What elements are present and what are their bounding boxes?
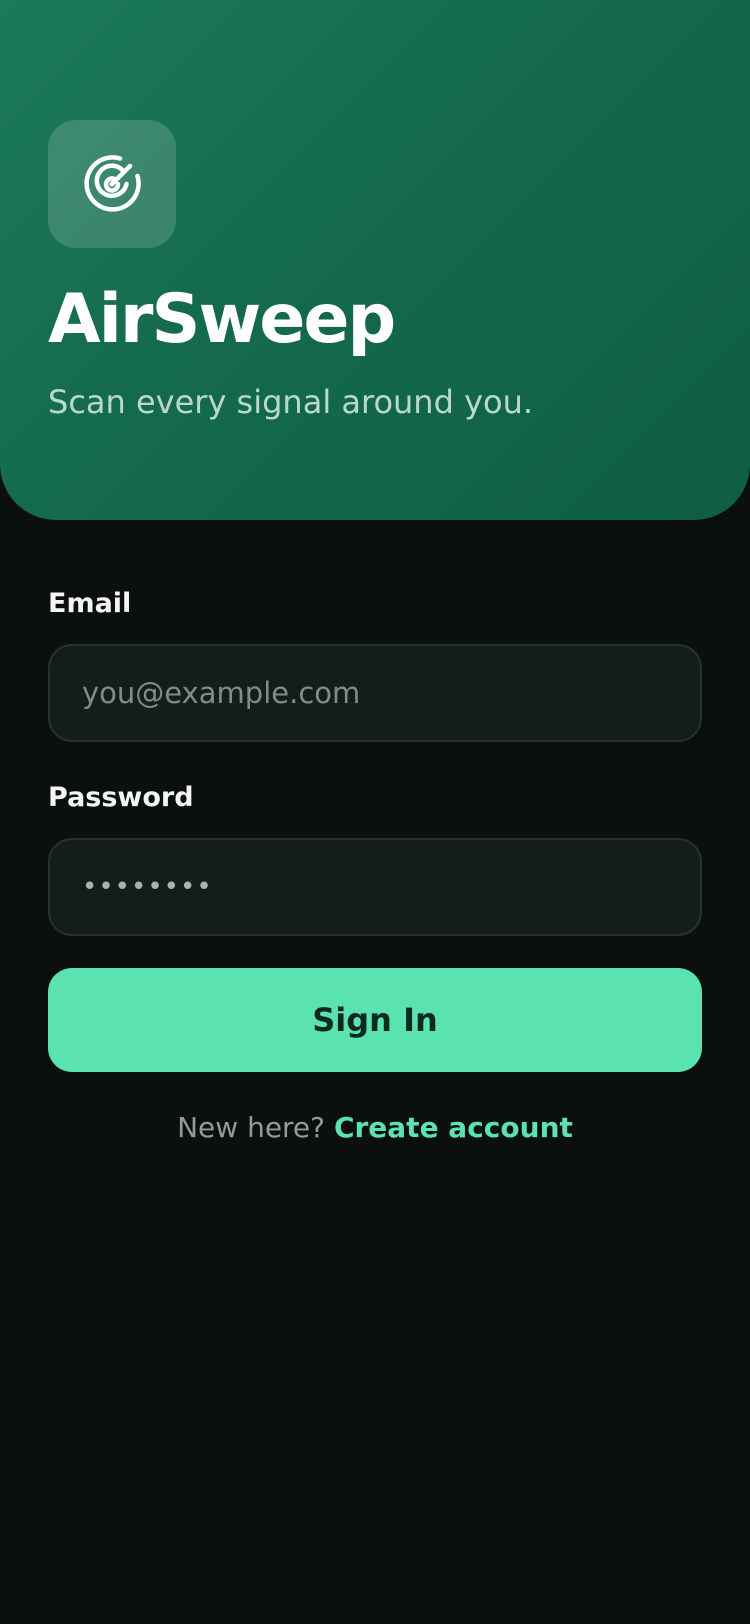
- app-tagline: Scan every signal around you.: [48, 383, 534, 421]
- hero-header: AirSweep Scan every signal around you.: [0, 0, 750, 520]
- password-input[interactable]: ••••••••: [82, 872, 213, 902]
- app-logo: [48, 120, 176, 248]
- email-input[interactable]: [82, 676, 668, 710]
- sign-in-form: Email Password •••••••• Sign In: [48, 584, 702, 1072]
- password-label: Password: [48, 782, 194, 813]
- sign-in-button[interactable]: Sign In: [48, 968, 702, 1072]
- create-account-prompt: New here? Create account: [0, 1108, 750, 1148]
- email-label: Email: [48, 588, 132, 619]
- radar-icon: [80, 152, 144, 216]
- new-here-text: New here?: [177, 1111, 334, 1144]
- email-field[interactable]: [48, 644, 702, 742]
- create-account-link[interactable]: Create account: [334, 1111, 573, 1144]
- app-title: AirSweep: [48, 280, 396, 359]
- password-field[interactable]: ••••••••: [48, 838, 702, 936]
